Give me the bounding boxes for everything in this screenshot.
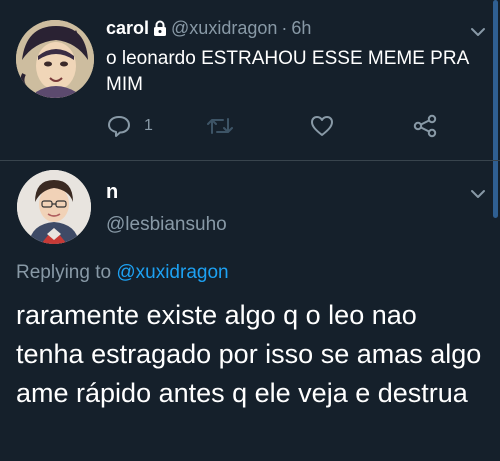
chevron-down-icon[interactable] [470,24,486,36]
avatar-illustration [16,20,94,98]
replying-prefix: Replying to [16,262,112,283]
reply-icon [106,114,132,138]
tweet-actions: 1 [106,112,446,140]
replying-to-link[interactable]: @xuxidragon [116,262,228,283]
tweet-text: raramente existe algo q o leo nao tenha … [16,300,482,408]
avatar[interactable] [16,20,94,98]
tweet-text: o leonardo ESTRAHOU ESSE MEME PRA MIM [106,48,469,95]
share-icon [412,114,438,138]
handle[interactable]: @lesbiansuho [106,214,227,236]
share-button[interactable] [412,112,438,140]
display-name[interactable]: carol [106,18,149,38]
handle[interactable]: @xuxidragon [171,18,277,38]
chevron-down-icon[interactable] [470,186,486,198]
display-name[interactable]: n [106,181,118,204]
timestamp[interactable]: 6h [291,18,311,38]
replying-to: Replying to @xuxidragon [16,262,229,284]
reply-count: 1 [144,117,153,134]
avatar[interactable] [17,170,91,244]
reply-button[interactable]: 1 [106,112,153,140]
like-icon [310,115,334,137]
retweet-icon [206,115,234,137]
tweet-header: carol @xuxidragon · 6h [106,18,311,41]
parent-tweet[interactable]: carol @xuxidragon · 6h o leonardo ESTRAHOU … [0,0,500,160]
like-button[interactable] [310,112,334,140]
separator-dot: · [281,18,288,38]
retweet-button[interactable] [206,112,234,140]
avatar-photo [17,170,91,244]
lock-icon [153,20,167,41]
divider [0,160,500,161]
